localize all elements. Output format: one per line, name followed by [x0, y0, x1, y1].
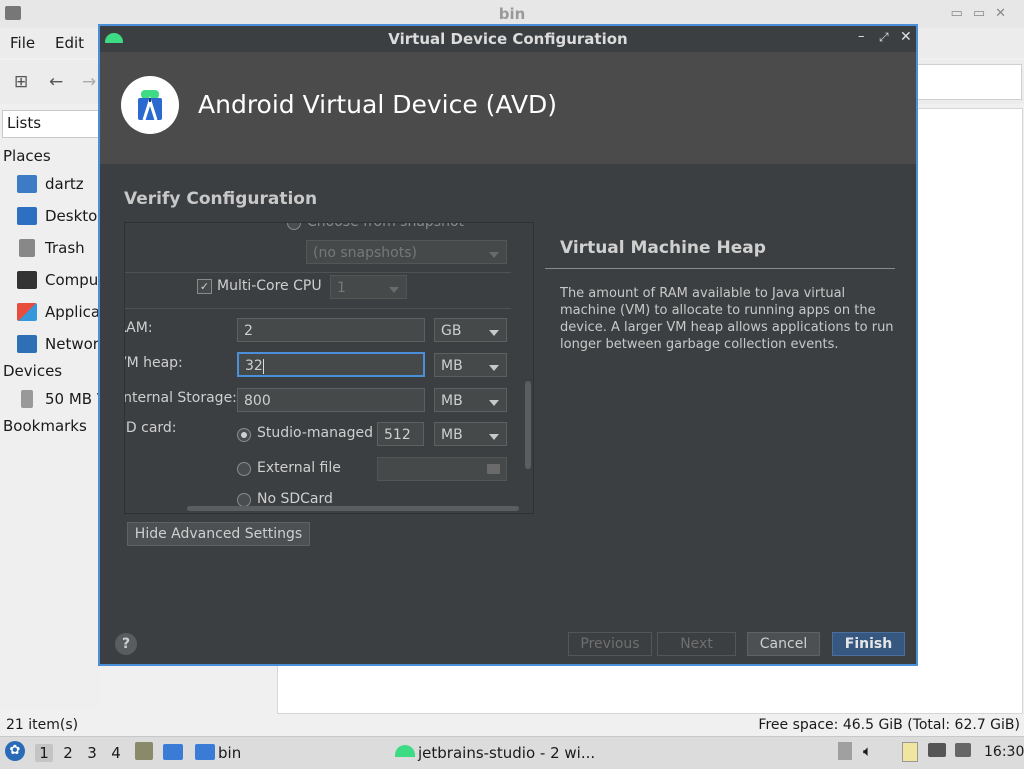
status-item-count: 21 item(s) — [6, 717, 79, 733]
status-free-space: Free space: 46.5 GiB (Total: 62.7 GiB) — [758, 717, 1020, 733]
vm-heap-unit-select[interactable]: MB — [434, 353, 507, 377]
menu-edit[interactable]: Edit — [55, 34, 84, 52]
external-file-label: External file — [257, 460, 341, 476]
workspace-4[interactable]: 4 — [107, 744, 125, 762]
side-pane — [0, 108, 100, 708]
studio-managed-size-input[interactable]: 512 — [377, 422, 424, 446]
no-sdcard-radio[interactable] — [237, 493, 251, 507]
file-manager-launcher-icon[interactable] — [135, 742, 153, 760]
close-icon[interactable]: ✕ — [900, 29, 912, 45]
cancel-button[interactable]: Cancel — [747, 632, 820, 656]
internal-storage-unit-value: MB — [441, 393, 463, 409]
section-title: Verify Configuration — [124, 189, 318, 209]
hide-advanced-settings-button[interactable]: Hide Advanced Settings — [127, 522, 310, 546]
place-trash[interactable]: Trash — [45, 239, 85, 257]
devices-header: Devices — [3, 362, 63, 380]
divider — [125, 272, 511, 273]
address-bar[interactable] — [900, 64, 1022, 100]
applications-icon — [17, 303, 37, 321]
external-file-radio[interactable] — [237, 462, 251, 476]
multicore-select[interactable]: 1 — [330, 275, 407, 299]
ram-input[interactable]: 2 — [237, 318, 425, 342]
maximize-icon[interactable]: ⤢ — [879, 30, 889, 45]
divider — [125, 308, 511, 309]
previous-button[interactable]: Previous — [568, 632, 652, 656]
drive-icon — [21, 390, 33, 408]
snapshot-select[interactable]: (no snapshots) — [306, 240, 507, 264]
internal-storage-unit-select[interactable]: MB — [434, 388, 507, 412]
ram-unit-select[interactable]: GB — [434, 318, 507, 342]
desktop-icon — [17, 207, 37, 225]
forward-arrow-icon[interactable]: → — [82, 72, 96, 92]
folder-browse-icon[interactable] — [487, 464, 500, 474]
vm-heap-unit-value: MB — [441, 358, 463, 374]
info-description: The amount of RAM available to Java virt… — [560, 286, 894, 352]
clipboard-icon[interactable] — [902, 742, 918, 762]
horizontal-scrollbar[interactable] — [187, 506, 519, 511]
studio-managed-unit-select[interactable]: MB — [434, 422, 507, 446]
studio-managed-radio[interactable] — [237, 428, 251, 442]
dialog-title: Virtual Device Configuration — [388, 30, 628, 48]
new-tab-icon[interactable]: ⊞ — [14, 72, 28, 92]
workspace-3[interactable]: 3 — [83, 744, 101, 762]
volume-icon[interactable]: 🔈︎ — [863, 742, 872, 760]
place-network[interactable]: Networ — [45, 335, 99, 353]
show-desktop-icon[interactable] — [163, 744, 183, 760]
finish-button[interactable]: Finish — [832, 632, 905, 656]
minimize-icon[interactable]: – — [858, 29, 865, 44]
multicore-checkbox[interactable]: ✓ — [197, 279, 212, 294]
android-studio-logo-icon — [121, 76, 179, 134]
text-cursor — [262, 358, 264, 374]
task-bin[interactable]: bin — [218, 744, 241, 762]
next-button[interactable]: Next — [657, 632, 736, 656]
network-icon — [17, 335, 37, 353]
folder-task-icon — [195, 744, 215, 760]
menu-file[interactable]: File — [10, 34, 35, 52]
snapshot-select-value: (no snapshots) — [313, 245, 417, 261]
dialog-heading: Android Virtual Device (AVD) — [198, 90, 558, 119]
home-folder-icon — [17, 175, 37, 193]
network-tray-icon[interactable] — [928, 743, 946, 757]
internal-storage-label: Internal Storage: — [124, 390, 237, 406]
workspace-1[interactable]: 1 — [35, 744, 53, 762]
internal-storage-input[interactable]: 800 — [237, 388, 425, 412]
multicore-value: 1 — [337, 280, 346, 296]
computer-icon — [17, 271, 37, 289]
window-controls[interactable]: ▭▭✕ — [951, 6, 1016, 21]
back-arrow-icon[interactable]: ← — [49, 72, 63, 92]
help-button[interactable]: ? — [115, 633, 137, 655]
screen-tray-icon[interactable] — [955, 743, 971, 757]
snapshot-option-label: Choose from snapshot — [307, 222, 465, 230]
studio-managed-unit-value: MB — [441, 427, 463, 443]
clock[interactable]: 16:30 — [984, 744, 1024, 760]
no-sdcard-label: No SDCard — [257, 491, 333, 507]
multicore-label: Multi-Core CPU — [217, 278, 322, 294]
place-dartz[interactable]: dartz — [45, 175, 84, 193]
snapshot-radio[interactable] — [287, 223, 301, 230]
side-pane-view-label: Lists — [7, 114, 42, 132]
info-divider — [545, 268, 895, 269]
vm-heap-input[interactable]: 32 — [237, 352, 425, 377]
vm-heap-label: VM heap: — [125, 355, 183, 371]
workspace-2[interactable]: 2 — [59, 744, 77, 762]
sd-card-label: SD card: — [125, 420, 177, 436]
ram-label: RAM: — [125, 320, 153, 336]
vm-heap-value: 32 — [245, 358, 263, 374]
trash-icon — [19, 239, 35, 257]
task-jetbrains-studio[interactable]: jetbrains-studio - 2 wi... — [418, 744, 595, 762]
config-scroll-panel[interactable]: Choose from snapshot (no snapshots) ✓ Mu… — [124, 222, 534, 514]
file-manager-title: bin — [498, 5, 526, 23]
removable-drive-icon[interactable] — [838, 742, 852, 760]
studio-managed-label: Studio-managed — [257, 425, 373, 441]
vertical-scrollbar[interactable] — [525, 381, 531, 469]
ram-unit-value: GB — [441, 323, 462, 339]
bookmarks-header: Bookmarks — [3, 417, 87, 435]
places-header: Places — [3, 147, 51, 165]
place-computer[interactable]: Comput — [45, 271, 104, 289]
start-menu-icon[interactable]: ✿ — [5, 741, 25, 761]
info-title: Virtual Machine Heap — [560, 238, 766, 258]
